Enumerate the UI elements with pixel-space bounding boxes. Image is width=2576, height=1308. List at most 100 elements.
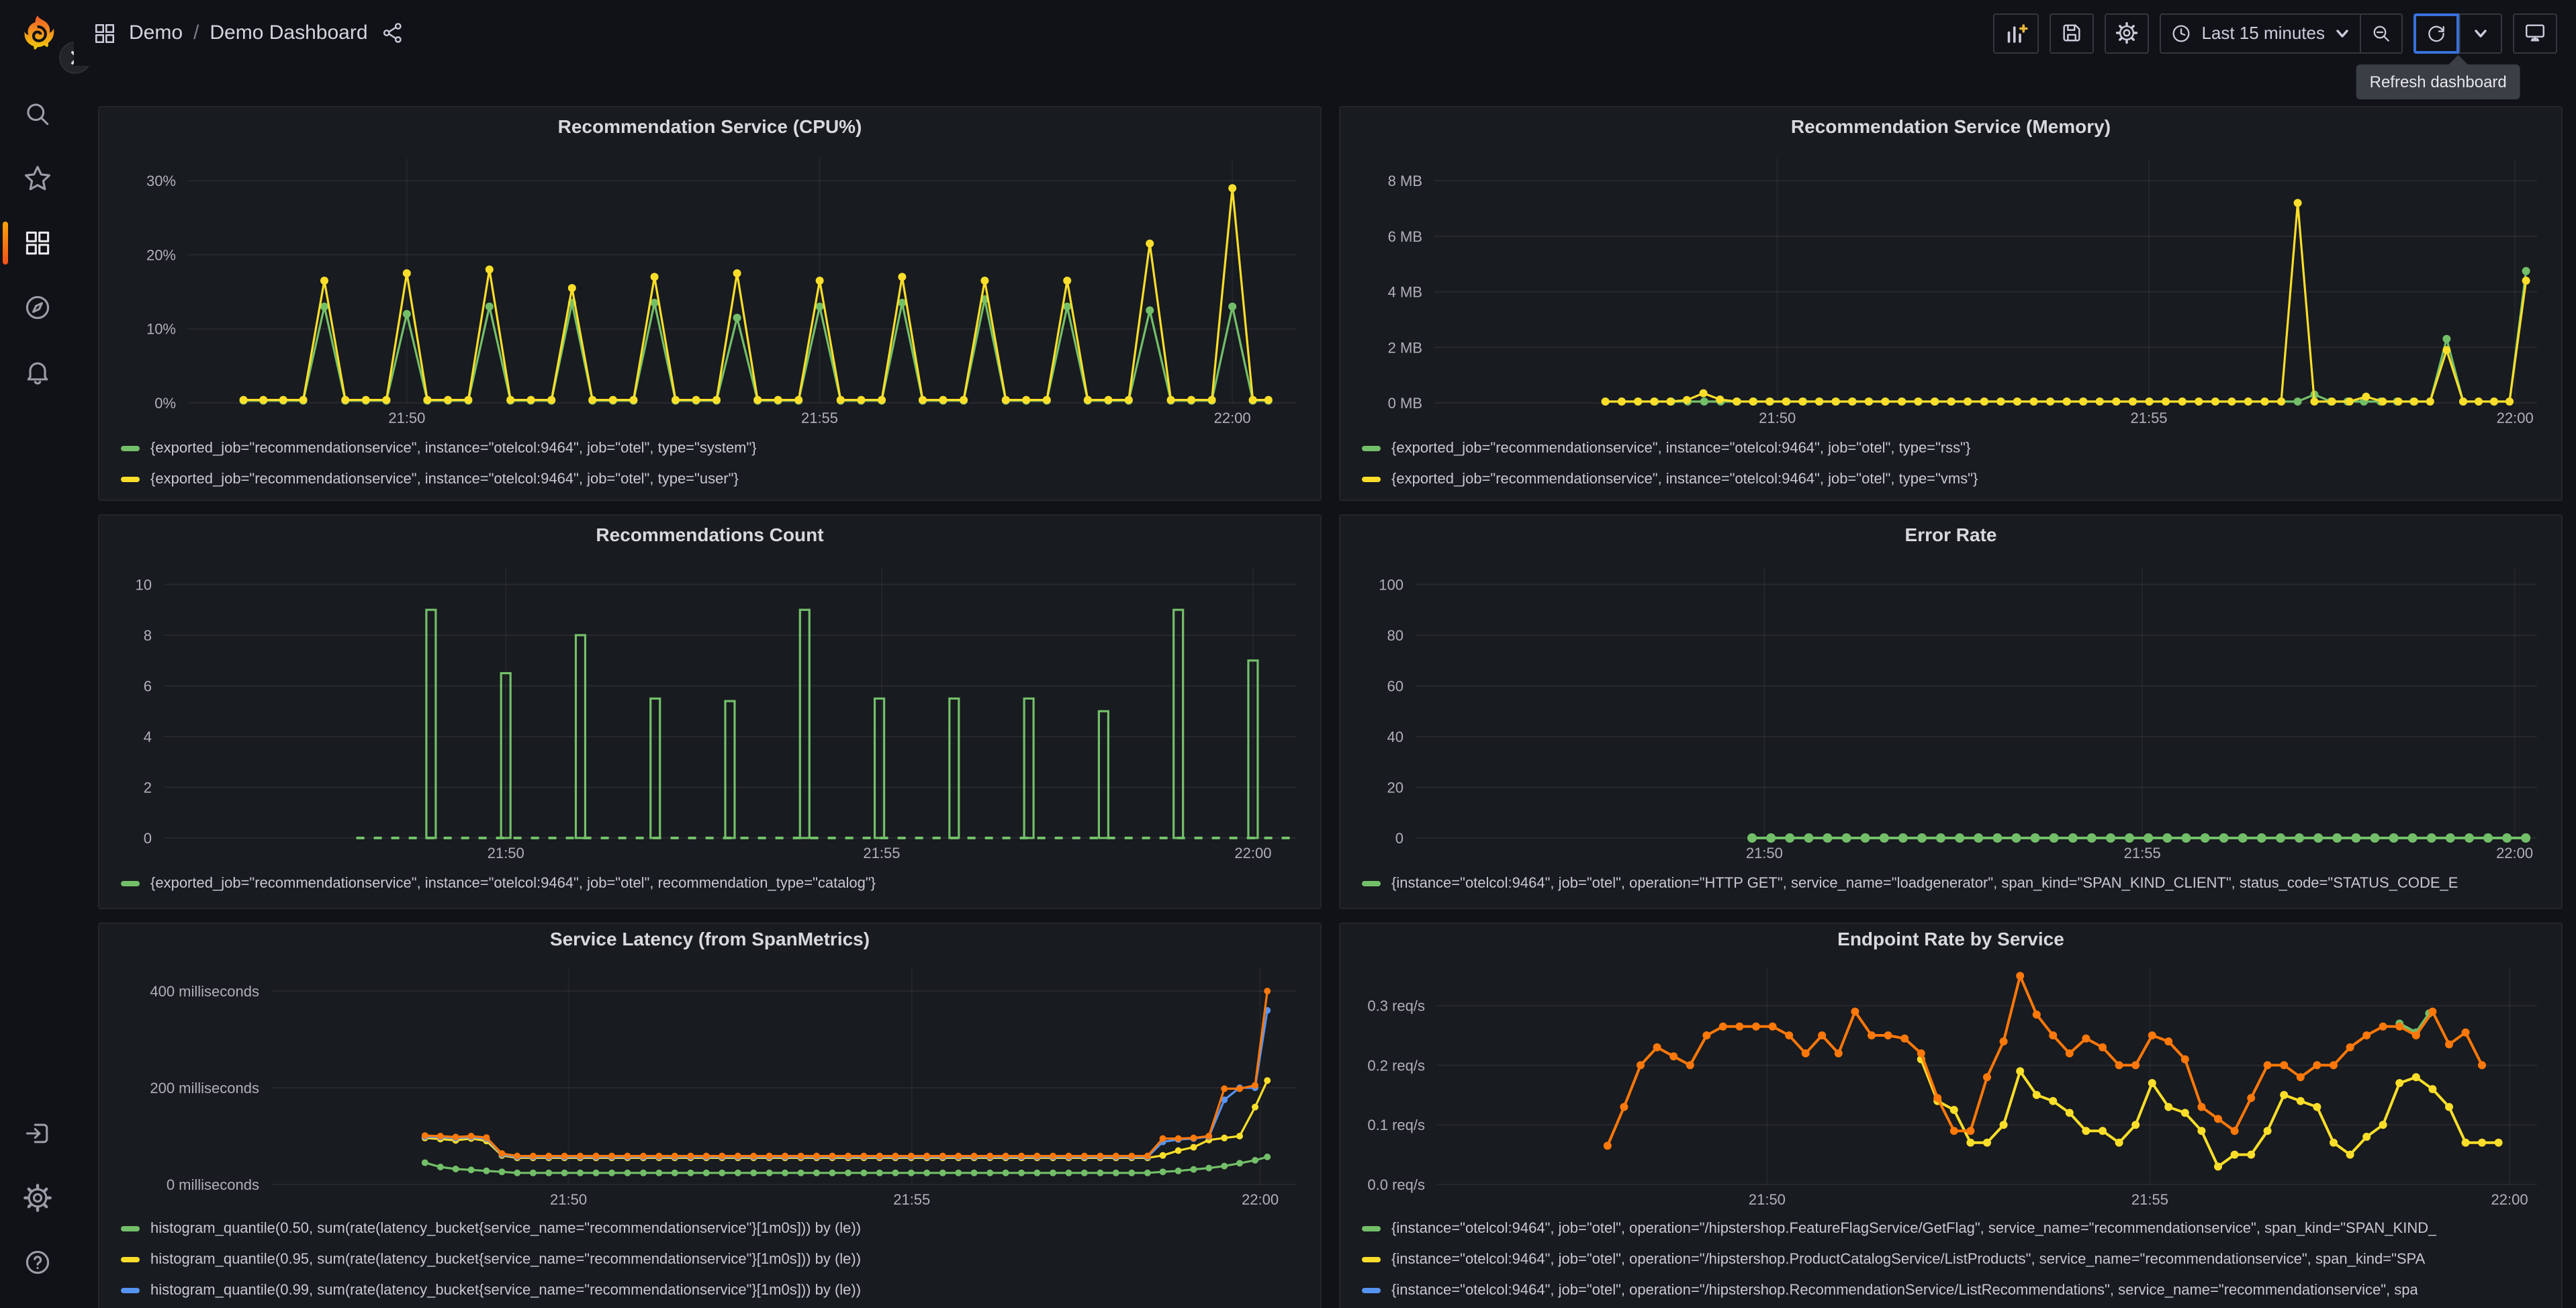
legend-label: histogram_quantile(0.50, sum(rate(latenc… [150,1221,862,1237]
sidebar-item-alerting[interactable] [0,340,74,404]
svg-text:22:00: 22:00 [1242,1191,1279,1208]
sidebar-item-starred[interactable] [0,146,74,211]
svg-text:21:55: 21:55 [2131,1191,2168,1208]
refresh-icon [2428,25,2444,42]
zoom-out-time-button[interactable] [2360,13,2403,53]
sign-in-icon [25,1123,48,1143]
legend-swatch-icon [121,476,140,481]
active-indicator [3,222,8,265]
add-panel-button[interactable] [1993,13,2039,53]
legend-item[interactable]: {instance="otelcol:9464", job="otel", op… [1354,1245,2548,1276]
sidebar-bottom-menu [0,1101,74,1295]
svg-text:100: 100 [1379,576,1404,593]
error-rate-legend: {instance="otelcol:9464", job="otel", op… [1354,868,2548,898]
panel-header[interactable]: Recommendation Service (CPU%) [113,107,1307,145]
legend-item[interactable]: {instance="otelcol:9464", job="otel", op… [1354,1214,2548,1245]
cycle-view-mode-button[interactable] [2513,13,2557,53]
legend-item[interactable]: {exported_job="recommendationservice", i… [113,868,1307,898]
svg-text:22:00: 22:00 [1234,845,1271,861]
monitor-icon [2526,24,2544,42]
sidebar-item-sign-in[interactable] [0,1101,74,1166]
sidebar-item-explore[interactable] [0,275,74,340]
share-dashboard-button[interactable] [381,21,404,44]
svg-text:2 MB: 2 MB [1388,339,1422,356]
sidebar-item-settings[interactable] [0,1166,74,1230]
svg-text:21:55: 21:55 [2124,845,2161,861]
error-rate-chart[interactable]: 100 80 60 40 20 0 21:50 21:55 22:00 [1354,553,2548,865]
clock-icon [2172,24,2190,42]
compass-icon [25,295,49,320]
dashboard-grid: Recommendation Service (CPU%) 30% 20% 10% 0… [74,66,2576,1308]
refresh-dashboard-button[interactable] [2413,13,2459,53]
panel-header[interactable]: Service Latency (from SpanMetrics) [113,924,1307,953]
legend-item[interactable]: {exported_job="recommendationservice", i… [113,463,1307,494]
time-range-group: Last 15 minutes [2160,13,2403,53]
breadcrumb: Demo / Demo Dashboard [129,21,368,44]
sidebar [0,0,91,1308]
legend-item[interactable]: {instance="otelcol:9464", job="otel", op… [1354,868,2548,898]
breadcrumb-folder[interactable]: Demo [129,21,183,44]
legend-label: {exported_job="recommendationservice", i… [150,875,876,891]
refresh-group: Refresh dashboard [2356,13,2520,99]
sidebar-item-search[interactable] [0,82,74,146]
legend-swatch-icon [121,880,140,886]
legend-item[interactable]: {exported_job="recommendationservice", i… [1354,463,2548,494]
svg-text:21:50: 21:50 [1749,1191,1786,1208]
save-dashboard-button[interactable] [2050,13,2095,53]
legend-swatch-icon [1362,1288,1381,1294]
svg-text:21:50: 21:50 [550,1191,587,1208]
svg-text:21:50: 21:50 [488,845,524,861]
svg-text:0.1 req/s: 0.1 req/s [1367,1117,1425,1133]
svg-text:20%: 20% [146,246,176,263]
panel-title: Service Latency (from SpanMetrics) [549,927,870,949]
svg-text:0: 0 [1395,830,1404,847]
service-latency-chart[interactable]: 400 milliseconds 200 milliseconds 0 millis… [113,953,1307,1211]
dashboard-settings-button[interactable] [2105,13,2150,53]
svg-text:200 milliseconds: 200 milliseconds [150,1080,259,1096]
svg-text:10%: 10% [146,321,176,338]
panel-header[interactable]: Error Rate [1354,516,2548,553]
legend-label: {exported_job="recommendationservice", i… [150,440,757,456]
legend-item[interactable]: {exported_job="recommendationservice", i… [1354,432,2548,463]
panel-recommendation-memory: Recommendation Service (Memory) 8 MB 6 MB… [1339,106,2563,501]
legend-label: {instance="otelcol:9464", job="otel", op… [1391,1282,2418,1299]
service-latency-legend: histogram_quantile(0.50, sum(rate(latenc… [113,1214,1307,1308]
svg-text:0 milliseconds: 0 milliseconds [167,1176,259,1193]
refresh-interval-picker[interactable] [2459,13,2502,53]
svg-text:10: 10 [136,576,152,593]
legend-item[interactable]: histogram_quantile(0.50, sum(rate(latenc… [113,1214,1307,1245]
panel-header[interactable]: Endpoint Rate by Service [1354,924,2548,953]
svg-text:0.3 req/s: 0.3 req/s [1367,998,1425,1015]
svg-text:21:55: 21:55 [863,845,900,861]
time-range-picker[interactable]: Last 15 minutes [2160,13,2360,53]
grafana-app: Demo / Demo Dashboard Last 15 minutes Re… [0,0,2576,1308]
svg-text:8: 8 [144,627,152,644]
svg-text:0: 0 [144,830,152,847]
panel-title: Error Rate [1904,524,1997,545]
memory-chart[interactable]: 8 MB 6 MB 4 MB 2 MB 0 MB 21:50 21:55 22:00 [1354,145,2548,430]
legend-item[interactable]: {exported_job="recommendationservice", i… [113,432,1307,463]
legend-item[interactable]: {instance="otelcol:9464", job="otel", op… [1354,1276,2548,1307]
sidebar-item-dashboards[interactable] [0,211,74,275]
sidebar-item-help[interactable] [0,1230,74,1295]
panel-header[interactable]: Recommendation Service (Memory) [1354,107,2548,145]
legend-item[interactable]: histogram_quantile(0.95, sum(rate(latenc… [113,1245,1307,1276]
legend-item[interactable]: histogram_quantile(0.99, sum(rate(latenc… [113,1276,1307,1307]
cpu-legend: {exported_job="recommendationservice", i… [113,432,1307,494]
breadcrumb-dashboard-title[interactable]: Demo Dashboard [210,21,367,44]
recommendations-count-chart[interactable]: 10 8 6 4 2 0 21:50 21:55 22:00 [113,553,1307,865]
save-icon [2063,24,2080,42]
legend-label: {instance="otelcol:9464", job="otel", op… [1391,1252,2426,1268]
svg-text:400 milliseconds: 400 milliseconds [150,983,259,1000]
svg-text:40: 40 [1387,729,1404,745]
gear-icon [23,1184,51,1212]
chevron-down-icon [2336,29,2348,37]
refresh-tooltip: Refresh dashboard [2356,64,2520,99]
endpoint-rate-legend: {instance="otelcol:9464", job="otel", op… [1354,1214,2548,1308]
legend-swatch-icon [1362,1257,1381,1263]
panel-header[interactable]: Recommendations Count [113,516,1307,553]
panel-error-rate: Error Rate 100 80 60 40 20 0 21:50 21:55 22:00 {… [1339,514,2563,909]
cpu-chart[interactable]: 30% 20% 10% 0% 21:50 21:55 22:00 [113,145,1307,430]
sidebar-menu [0,82,74,404]
endpoint-rate-chart[interactable]: 0.3 req/s 0.2 req/s 0.1 req/s 0.0 req/s 21:5… [1354,953,2548,1211]
